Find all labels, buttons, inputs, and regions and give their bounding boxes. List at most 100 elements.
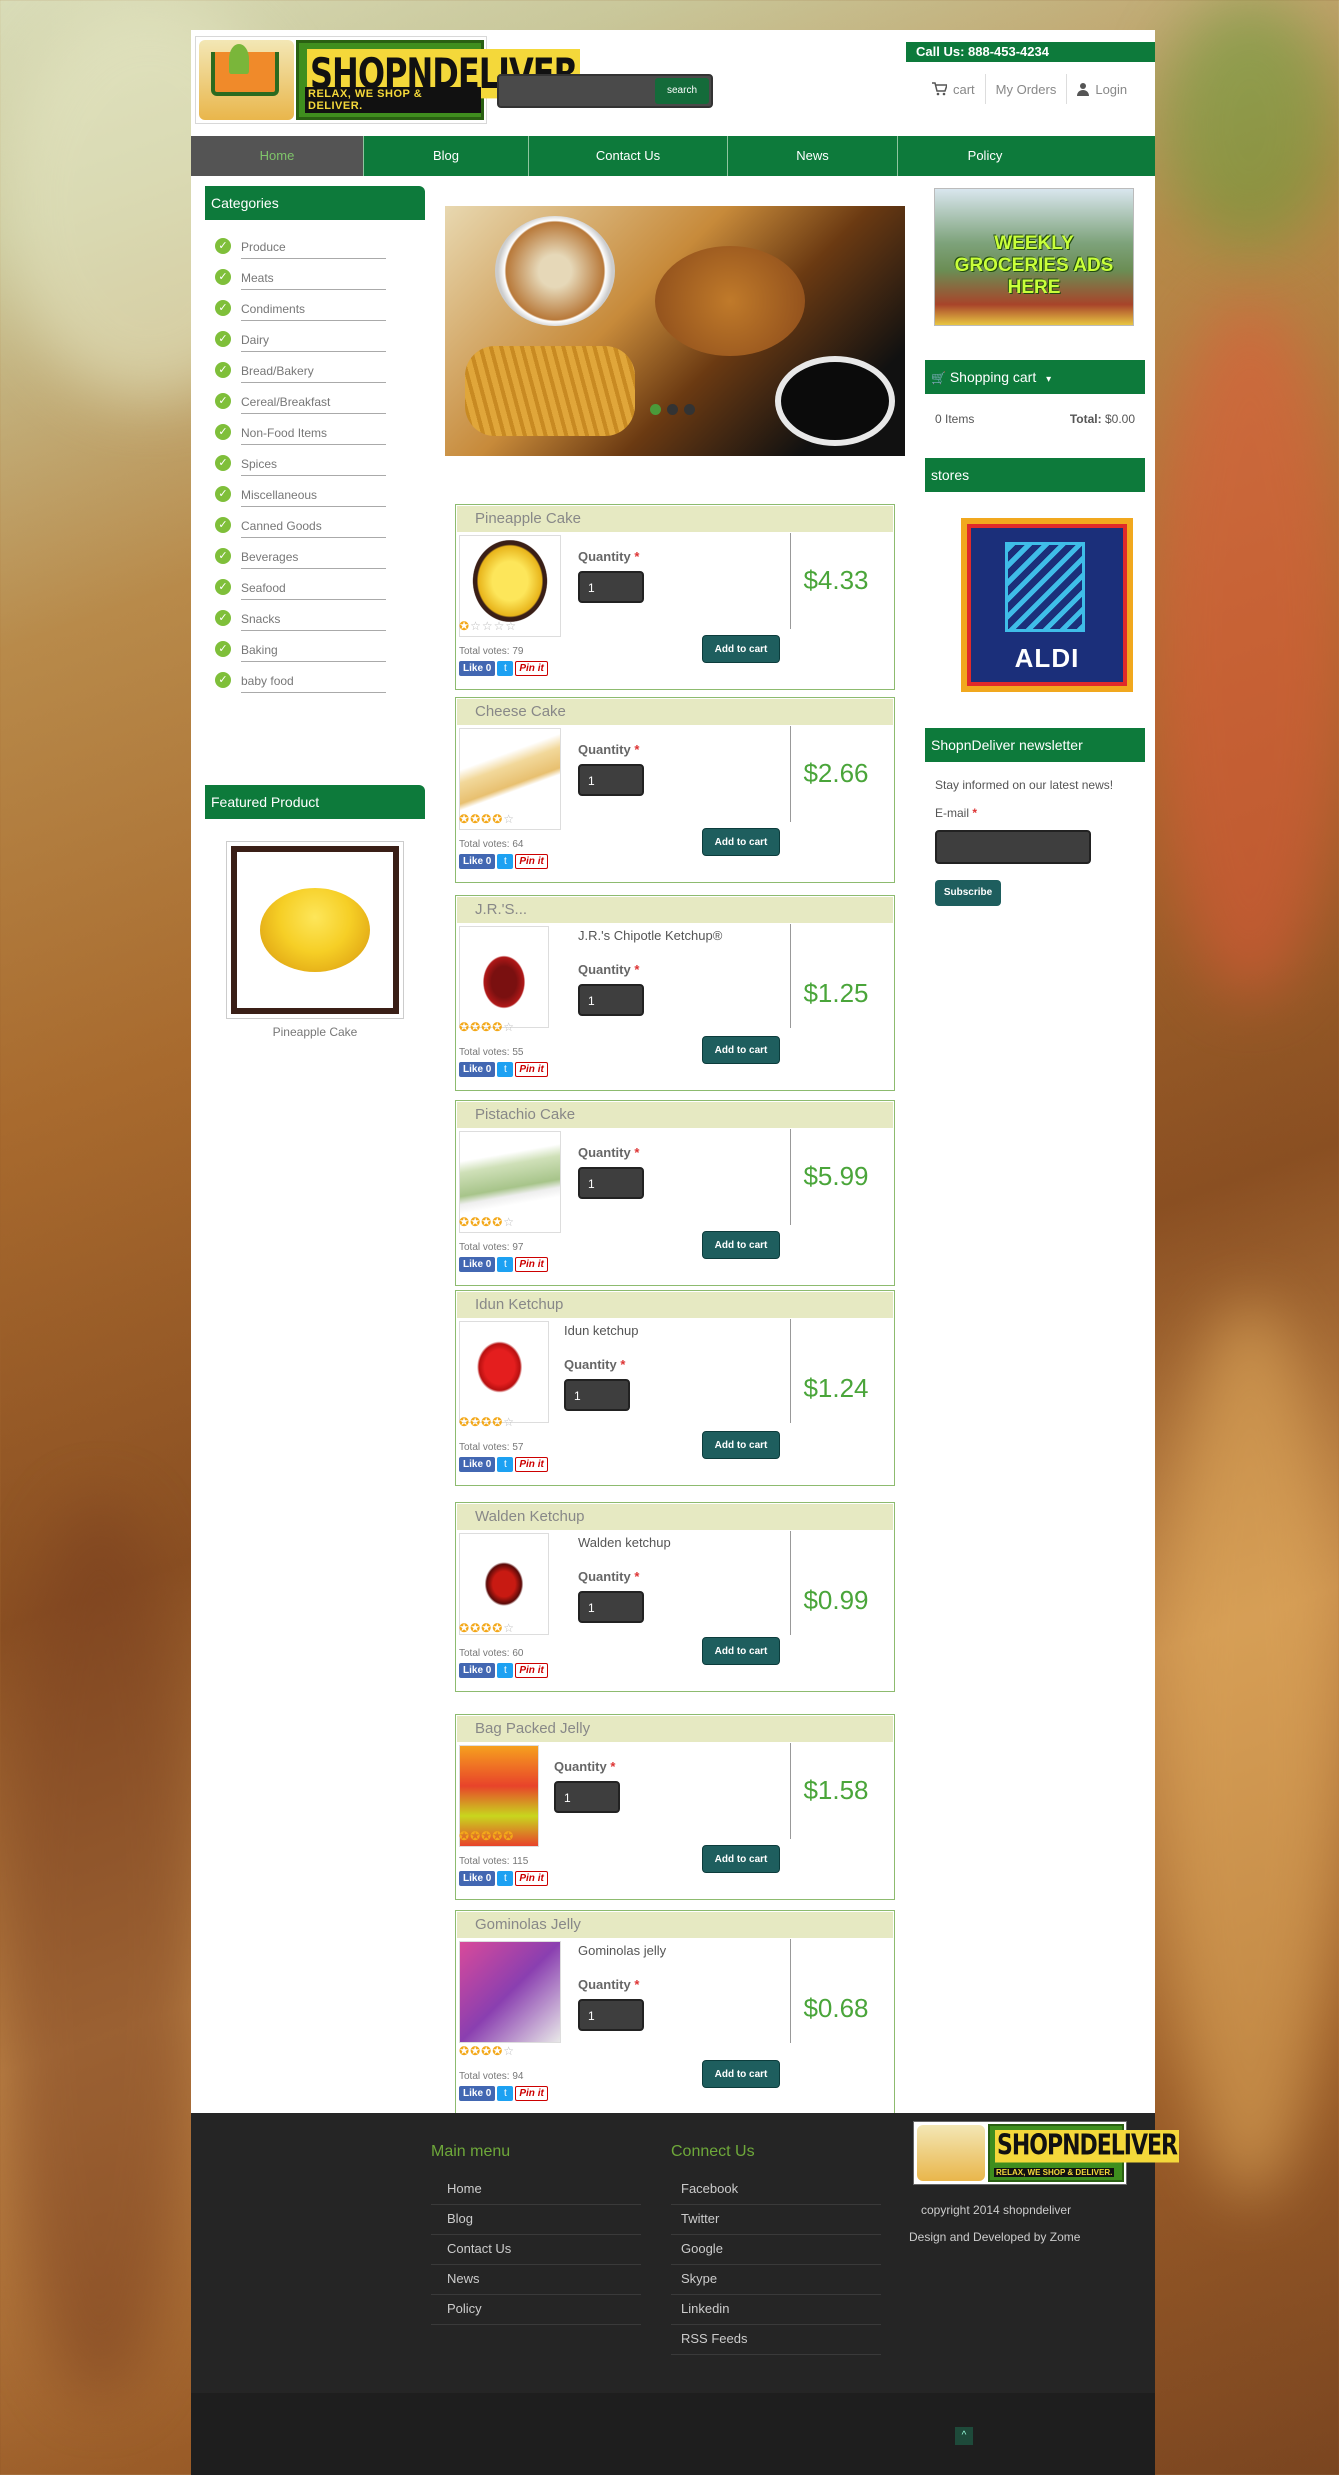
star-icon[interactable]: ✪ [492,1621,502,1635]
star-icon[interactable]: ☆ [470,619,481,633]
star-icon[interactable]: ☆ [503,1621,514,1635]
star-icon[interactable]: ✪ [481,1621,491,1635]
quantity-input[interactable]: 1 [578,1167,644,1199]
star-icon[interactable]: ✪ [492,812,502,826]
product-name[interactable]: Gominolas Jelly [457,1912,893,1938]
product-name[interactable]: Bag Packed Jelly [457,1716,893,1742]
star-icon[interactable]: ☆ [503,812,514,826]
facebook-like-button[interactable]: Like 0 [459,2086,496,2101]
product-name[interactable]: Idun Ketchup [457,1292,893,1318]
footer-link-google[interactable]: Google [671,2235,881,2265]
quantity-input[interactable]: 1 [578,764,644,796]
add-to-cart-button[interactable]: Add to cart [702,1845,780,1873]
rating-stars[interactable]: ✪ ☆ ☆ ☆ ☆ [459,619,516,633]
product-name[interactable]: Pineapple Cake [457,506,893,532]
star-icon[interactable]: ✪ [481,1415,491,1429]
footer-link-home[interactable]: Home [431,2175,641,2205]
star-icon[interactable]: ✪ [492,1415,502,1429]
star-icon[interactable]: ☆ [503,1215,514,1229]
rating-stars[interactable]: ✪ ✪ ✪ ✪ ☆ [459,1415,514,1429]
footer-logo[interactable]: SHOPNDELIVER RELAX, WE SHOP & DELIVER. [913,2121,1179,2185]
star-icon[interactable]: ☆ [503,1020,514,1034]
site-logo[interactable]: SHOPNDELIVER RELAX, WE SHOP & DELIVER. [195,36,581,124]
nav-contact-us[interactable]: Contact Us [529,136,728,176]
category-item[interactable]: ✓ Cereal/Breakfast [205,385,425,416]
footer-link-skype[interactable]: Skype [671,2265,881,2295]
star-icon[interactable]: ✪ [459,1020,469,1034]
star-icon[interactable]: ✪ [470,1020,480,1034]
twitter-icon[interactable]: t [497,1871,514,1886]
rating-stars[interactable]: ✪ ✪ ✪ ✪ ☆ [459,812,514,826]
facebook-like-button[interactable]: Like 0 [459,1257,496,1272]
footer-link-twitter[interactable]: Twitter [671,2205,881,2235]
pinterest-button[interactable]: Pin it [515,1062,548,1077]
product-name[interactable]: J.R.'S... [457,897,893,923]
star-icon[interactable]: ☆ [503,1415,514,1429]
star-icon[interactable]: ✪ [459,812,469,826]
star-icon[interactable]: ✪ [459,2044,469,2058]
category-item[interactable]: ✓ Meats [205,261,425,292]
pinterest-button[interactable]: Pin it [515,854,548,869]
pinterest-button[interactable]: Pin it [515,1257,548,1272]
slider-dot[interactable] [684,404,695,415]
pinterest-button[interactable]: Pin it [515,661,548,676]
star-icon[interactable]: ✪ [492,1020,502,1034]
footer-link-contact-us[interactable]: Contact Us [431,2235,641,2265]
my-orders-link[interactable]: My Orders [986,74,1068,104]
shopping-cart-title[interactable]: 🛒 Shopping cart ▾ [925,360,1145,394]
pinterest-button[interactable]: Pin it [515,1663,548,1678]
star-icon[interactable]: ✪ [459,1415,469,1429]
star-icon[interactable]: ✪ [470,1215,480,1229]
add-to-cart-button[interactable]: Add to cart [702,2060,780,2088]
pinterest-button[interactable]: Pin it [515,2086,548,2101]
quantity-input[interactable]: 1 [564,1379,630,1411]
category-item[interactable]: ✓ Snacks [205,602,425,633]
star-icon[interactable]: ✪ [470,1621,480,1635]
product-image[interactable] [459,1533,549,1635]
star-icon[interactable]: ☆ [494,619,505,633]
category-item[interactable]: ✓ Miscellaneous [205,478,425,509]
facebook-like-button[interactable]: Like 0 [459,854,496,869]
category-item[interactable]: ✓ Canned Goods [205,509,425,540]
star-icon[interactable]: ✪ [481,1829,491,1843]
star-icon[interactable]: ☆ [505,619,516,633]
quantity-input[interactable]: 1 [554,1781,620,1813]
quantity-input[interactable]: 1 [578,1999,644,2031]
add-to-cart-button[interactable]: Add to cart [702,1231,780,1259]
search-input[interactable]: search [497,74,713,108]
category-item[interactable]: ✓ Bread/Bakery [205,354,425,385]
star-icon[interactable]: ✪ [459,619,469,633]
product-name[interactable]: Walden Ketchup [457,1504,893,1530]
star-icon[interactable]: ✪ [459,1829,469,1843]
login-link[interactable]: Login [1067,74,1137,104]
nav-policy[interactable]: Policy [898,136,1072,176]
product-name[interactable]: Pistachio Cake [457,1102,893,1128]
hero-slider[interactable] [445,206,905,456]
star-icon[interactable]: ✪ [481,1215,491,1229]
category-item[interactable]: ✓ Produce [205,230,425,261]
slider-dot[interactable] [650,404,661,415]
back-to-top-button[interactable]: ^ [955,2427,973,2445]
star-icon[interactable]: ✪ [492,2044,502,2058]
category-item[interactable]: ✓ Beverages [205,540,425,571]
product-image[interactable] [459,1941,561,2043]
category-item[interactable]: ✓ Dairy [205,323,425,354]
quantity-input[interactable]: 1 [578,571,644,603]
product-image[interactable] [459,1321,549,1423]
star-icon[interactable]: ☆ [482,619,493,633]
subscribe-button[interactable]: Subscribe [935,880,1001,906]
star-icon[interactable]: ✪ [503,1829,513,1843]
star-icon[interactable]: ✪ [481,2044,491,2058]
nav-blog[interactable]: Blog [364,136,529,176]
facebook-like-button[interactable]: Like 0 [459,661,496,676]
twitter-icon[interactable]: t [497,854,514,869]
footer-link-blog[interactable]: Blog [431,2205,641,2235]
pinterest-button[interactable]: Pin it [515,1871,548,1886]
category-item[interactable]: ✓ Seafood [205,571,425,602]
add-to-cart-button[interactable]: Add to cart [702,828,780,856]
star-icon[interactable]: ✪ [481,1020,491,1034]
facebook-like-button[interactable]: Like 0 [459,1062,496,1077]
email-field[interactable] [935,830,1091,864]
star-icon[interactable]: ✪ [492,1829,502,1843]
twitter-icon[interactable]: t [497,1257,514,1272]
